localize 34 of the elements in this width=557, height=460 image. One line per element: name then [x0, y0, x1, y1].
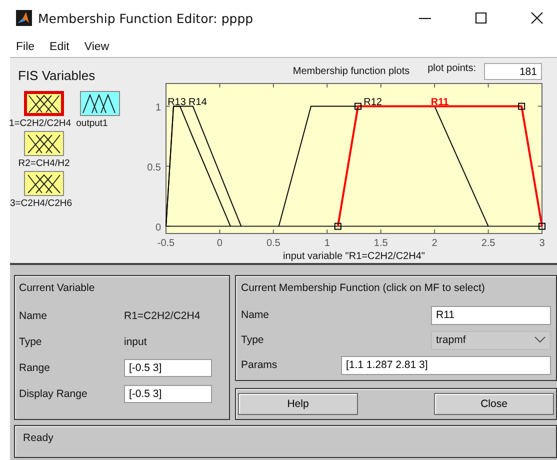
field-label: Type: [19, 336, 43, 348]
field-label: Name: [241, 309, 270, 321]
field-label: Name: [19, 310, 48, 322]
panel-title: Current Membership Function (click on MF to select): [241, 282, 486, 294]
variable-label: output1: [76, 118, 108, 129]
field-label: Params: [241, 359, 278, 371]
value-text: R1=C2H2/C2H4: [124, 310, 200, 322]
status-text: Ready: [23, 432, 54, 444]
field-label: Display Range: [19, 388, 88, 400]
tick-label: 0.5: [266, 238, 280, 249]
tick-label: 1: [324, 238, 330, 249]
tick-label: 1.5: [374, 238, 388, 249]
window-title: Membership Function Editor: pppp: [38, 10, 254, 26]
tick-label: 2.5: [481, 238, 496, 249]
chart-title: Membership function plots: [292, 66, 410, 77]
curve-label: R14: [188, 96, 207, 108]
variable-label: 1=C2H2/C2H4: [8, 118, 72, 129]
tick-label: 2: [432, 238, 438, 249]
tick-label: 1: [155, 102, 161, 114]
tick-label: -0.5: [157, 238, 175, 249]
field-label: Range: [19, 362, 51, 374]
tick-label: 0.5: [147, 162, 161, 174]
variable-label: R2=CH4/H2: [18, 158, 70, 169]
curve-label: R13: [168, 96, 186, 108]
axis-label: input variable "R1=C2H2/C2H4": [283, 251, 425, 262]
tick-label: 0: [155, 222, 161, 234]
value-text: input: [124, 336, 147, 348]
field-label: Type: [241, 334, 265, 346]
variable-label: 3=C2H4/C2H6: [10, 198, 72, 209]
panel-title: Current Variable: [19, 282, 96, 294]
tick-label: 3: [539, 238, 545, 249]
section-title: FIS Variables: [17, 68, 96, 83]
field-label: plot points:: [428, 63, 476, 74]
tick-label: 0: [216, 238, 222, 249]
